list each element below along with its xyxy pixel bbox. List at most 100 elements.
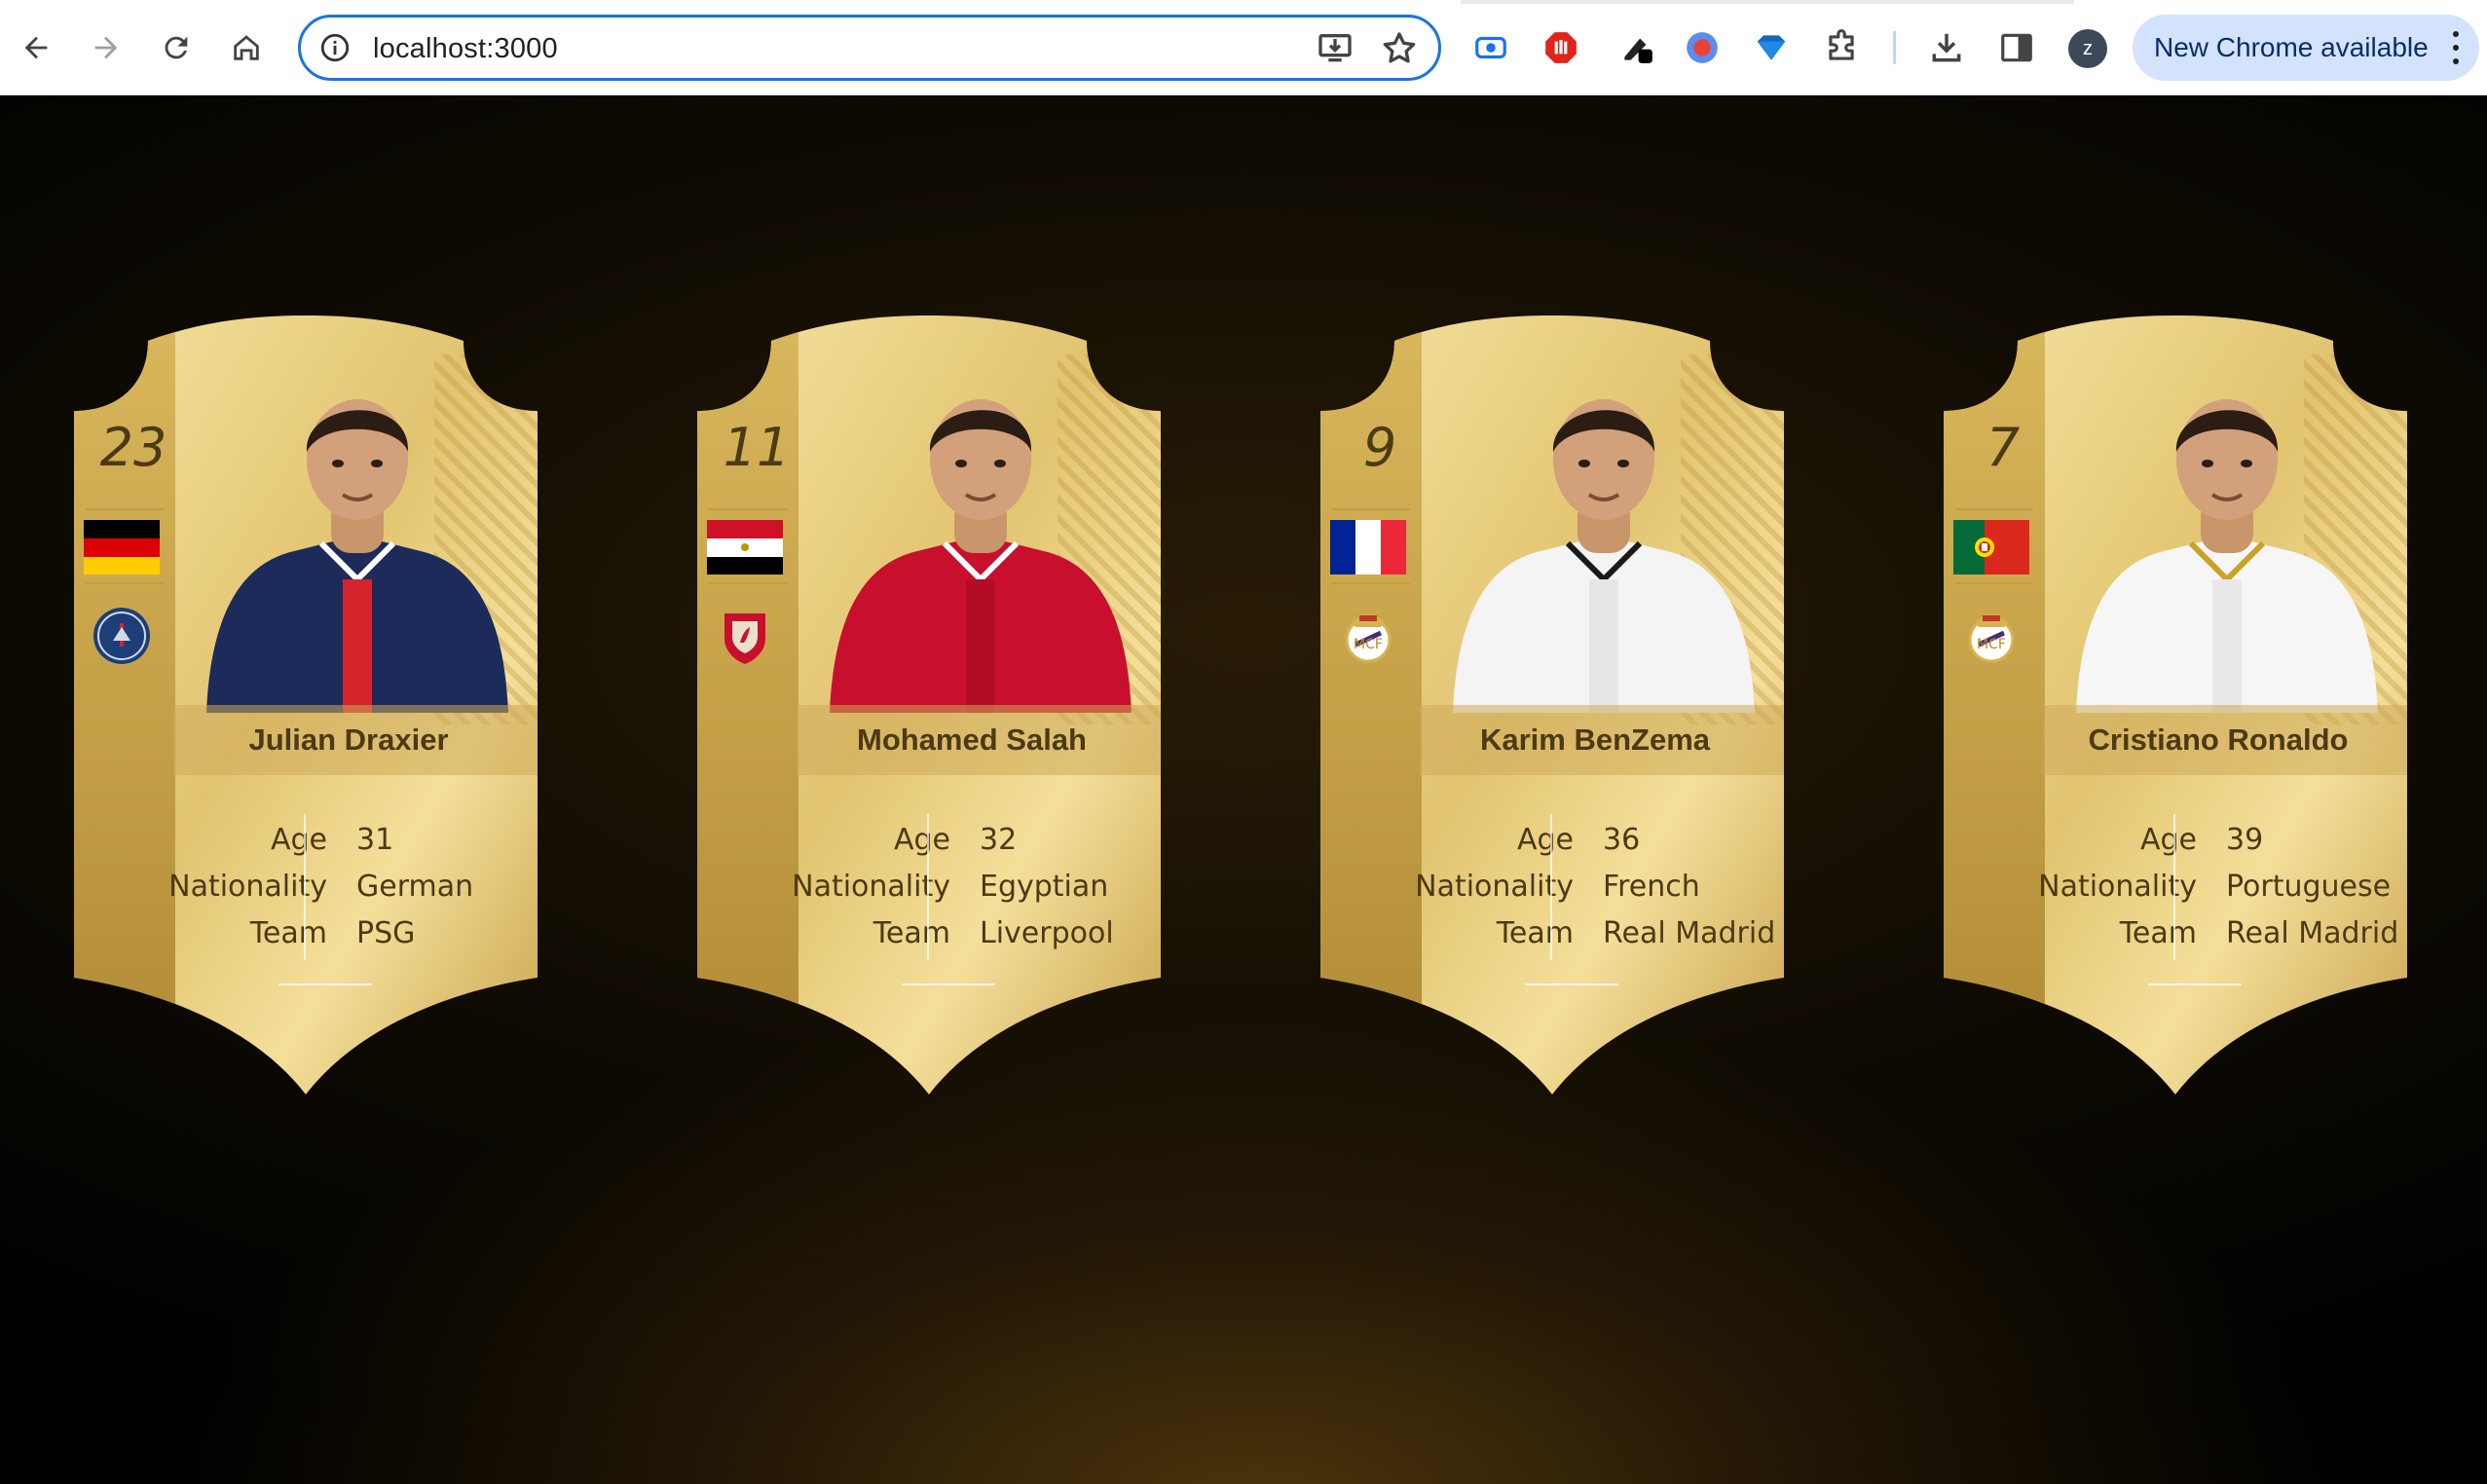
record-circle-icon xyxy=(1687,32,1718,63)
stat-values: 31 German PSG xyxy=(356,817,538,957)
pen-tool-icon xyxy=(1624,38,1652,63)
stat-value-team: PSG xyxy=(356,916,416,950)
player-name: Julian Draxier xyxy=(248,723,449,757)
stats-divider xyxy=(927,814,929,960)
stat-value-nationality: Egyptian xyxy=(980,870,1109,904)
stats-divider xyxy=(2173,814,2175,960)
player-card[interactable]: 11 Mohamed Salah Age Nationality Team 32… xyxy=(697,315,1161,1094)
stat-value-team: Real Madrid xyxy=(2226,916,2399,950)
profile-avatar[interactable]: z xyxy=(2068,29,2107,68)
stat-label-nationality: Nationality xyxy=(1415,870,1574,904)
side-panel-icon xyxy=(2001,33,2032,62)
site-info-icon[interactable] xyxy=(318,31,352,64)
stat-value-age: 32 xyxy=(980,823,1018,857)
stat-label-age: Age xyxy=(2139,823,2197,857)
card-bottom-line xyxy=(2148,983,2242,985)
stat-label-team: Team xyxy=(249,916,327,950)
arrow-right-icon xyxy=(94,36,118,59)
stat-value-age: 39 xyxy=(2226,823,2264,857)
arrow-left-icon xyxy=(24,36,48,59)
stat-values: 36 French Real Madrid xyxy=(1603,817,1784,957)
stat-label-age: Age xyxy=(1516,823,1574,857)
diamond-icon xyxy=(1757,35,1786,60)
svg-text:MCF: MCF xyxy=(1354,637,1383,652)
stat-value-nationality: German xyxy=(356,870,474,904)
extensions-menu-button[interactable] xyxy=(1821,27,1862,68)
player-number: 7 xyxy=(1986,417,2021,478)
home-button[interactable] xyxy=(220,21,273,74)
card-divider-line xyxy=(86,582,164,584)
back-button[interactable] xyxy=(10,21,62,74)
bookmark-star-icon[interactable] xyxy=(1380,29,1419,68)
address-bar[interactable]: localhost:3000 xyxy=(298,15,1441,81)
stat-label-age: Age xyxy=(270,823,327,857)
france-flag-icon xyxy=(1330,520,1406,575)
stop-hand-icon xyxy=(1545,32,1577,63)
stat-value-nationality: Portuguese xyxy=(2226,870,2392,904)
url-text[interactable]: localhost:3000 xyxy=(373,33,558,65)
card-divider-line xyxy=(709,508,787,510)
card-divider-line xyxy=(1332,582,1410,584)
toolbar-separator xyxy=(1893,31,1896,64)
extension-adblock[interactable] xyxy=(1540,27,1581,68)
forward-button[interactable] xyxy=(80,21,132,74)
stat-label-nationality: Nationality xyxy=(168,870,327,904)
card-divider-line xyxy=(709,582,787,584)
card-divider-line xyxy=(1955,508,2033,510)
card-divider-line xyxy=(1332,508,1410,510)
player-photo xyxy=(830,399,1132,713)
player-name: Cristiano Ronaldo xyxy=(2088,723,2349,757)
stat-values: 32 Egyptian Liverpool xyxy=(980,817,1161,957)
chrome-update-button[interactable]: New Chrome available xyxy=(2133,15,2479,81)
chrome-update-label: New Chrome available xyxy=(2154,32,2429,62)
stats-divider xyxy=(304,814,306,960)
stat-value-team: Real Madrid xyxy=(1603,916,1776,950)
reload-icon xyxy=(165,36,188,59)
player-photo xyxy=(1453,399,1755,713)
egypt-flag-icon xyxy=(707,520,783,575)
stat-labels: Age Nationality Team xyxy=(1973,817,2197,957)
player-photo xyxy=(206,399,508,713)
player-photo xyxy=(2076,399,2378,713)
card-bottom-line xyxy=(278,983,372,985)
germany-flag-icon xyxy=(84,520,160,575)
stat-label-nationality: Nationality xyxy=(792,870,950,904)
extension-diamond[interactable] xyxy=(1751,27,1792,68)
reload-button[interactable] xyxy=(150,21,203,74)
player-name: Mohamed Salah xyxy=(857,723,1087,757)
player-number: 9 xyxy=(1362,417,1397,478)
player-card[interactable]: 7 MCF Cristiano Ronaldo Age Nationality … xyxy=(1944,315,2407,1094)
stat-label-nationality: Nationality xyxy=(2038,870,2197,904)
page-background: 23 Julian Draxier Age Nationality Team 3… xyxy=(0,95,2487,1484)
card-bottom-line xyxy=(902,983,995,985)
stat-label-team: Team xyxy=(2119,916,2197,950)
psg-crest-icon xyxy=(93,608,150,664)
install-app-icon[interactable] xyxy=(1316,29,1355,68)
download-icon xyxy=(1932,33,1961,62)
stat-value-age: 36 xyxy=(1603,823,1641,857)
stat-value-nationality: French xyxy=(1603,870,1700,904)
more-menu-icon[interactable] xyxy=(2452,30,2460,65)
stat-label-age: Age xyxy=(893,823,950,857)
side-panel-button[interactable] xyxy=(1996,27,2037,68)
liverpool-crest-icon xyxy=(724,613,765,664)
card-bottom-line xyxy=(1525,983,1618,985)
card-divider-line xyxy=(1955,582,2033,584)
extension-pen-tool[interactable] xyxy=(1616,27,1657,68)
stat-label-team: Team xyxy=(872,916,950,950)
stat-labels: Age Nationality Team xyxy=(726,817,950,957)
puzzle-piece-icon xyxy=(1829,29,1854,60)
screen-capture-icon xyxy=(1475,36,1506,59)
portugal-flag-icon xyxy=(1953,520,2029,575)
stat-value-team: Liverpool xyxy=(980,916,1114,950)
stat-value-age: 31 xyxy=(356,823,394,857)
player-card[interactable]: 23 Julian Draxier Age Nationality Team 3… xyxy=(74,315,538,1094)
player-number: 11 xyxy=(723,417,791,478)
extension-record[interactable] xyxy=(1682,27,1723,68)
stat-labels: Age Nationality Team xyxy=(1350,817,1574,957)
tab-strip-edge xyxy=(1461,0,2074,4)
player-number: 23 xyxy=(99,417,167,478)
downloads-button[interactable] xyxy=(1926,27,1967,68)
extension-screen-capture[interactable] xyxy=(1470,27,1511,68)
player-card[interactable]: 9 MCF Karim BenZema Age Nationality Team… xyxy=(1320,315,1784,1094)
